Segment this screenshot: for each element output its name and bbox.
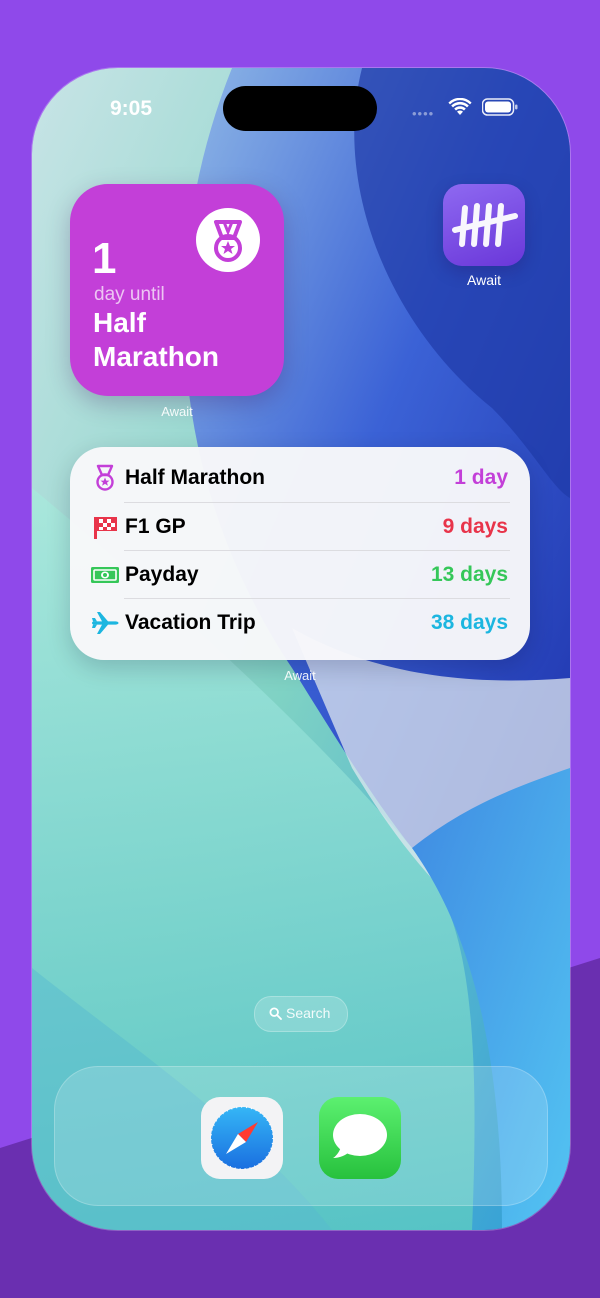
phone-frame: 9:05 •••• 1 day until Half Marathon Awai… [32, 68, 570, 1230]
search-label: Search [286, 1005, 331, 1021]
status-bar: 9:05 •••• [32, 68, 570, 148]
event-days: 1 day [454, 466, 508, 489]
messages-icon [333, 1114, 387, 1158]
medal-icon [96, 464, 114, 491]
safari-icon [210, 1106, 274, 1170]
banknote-icon [91, 567, 119, 583]
events-list-widget[interactable]: Half Marathon 1 day F1 GP 9 days Payday … [70, 447, 530, 660]
event-name: F1 GP [125, 515, 186, 538]
status-time: 9:05 [110, 97, 153, 120]
safari-app[interactable] [201, 1097, 283, 1179]
widget-label: Await [161, 404, 193, 419]
event-name: Half Marathon [125, 466, 266, 489]
battery-icon [482, 98, 518, 116]
medal-icon [196, 208, 260, 272]
dynamic-island [223, 86, 377, 131]
airplane-icon [92, 612, 119, 634]
list-item[interactable]: Half Marathon 1 day [90, 454, 508, 501]
tally-marks-icon [452, 203, 518, 247]
countdown-title: Half Marathon [93, 307, 219, 372]
event-days: 9 days [442, 515, 508, 538]
await-app-icon[interactable] [443, 184, 525, 266]
countdown-widget[interactable]: 1 day until Half Marathon [70, 184, 284, 396]
event-days: 38 days [430, 611, 508, 634]
event-name: Payday [125, 563, 199, 586]
search-icon [269, 1007, 282, 1020]
wifi-icon [448, 98, 472, 115]
search-button[interactable]: Search [254, 996, 348, 1032]
app-label: Await [467, 272, 501, 288]
signal-dots-icon: •••• [412, 106, 435, 121]
dock [54, 1066, 548, 1206]
event-days: 13 days [430, 563, 508, 586]
list-item[interactable]: Vacation Trip 38 days [90, 599, 508, 646]
countdown-number: 1 [92, 234, 117, 283]
list-item[interactable]: Payday 13 days [90, 551, 508, 598]
countdown-subtitle: day until [94, 284, 165, 305]
event-name: Vacation Trip [125, 611, 256, 634]
checkered-flag-icon [94, 517, 117, 539]
widget-label: Await [284, 668, 316, 683]
list-item[interactable]: F1 GP 9 days [90, 503, 508, 550]
messages-app[interactable] [319, 1097, 401, 1179]
